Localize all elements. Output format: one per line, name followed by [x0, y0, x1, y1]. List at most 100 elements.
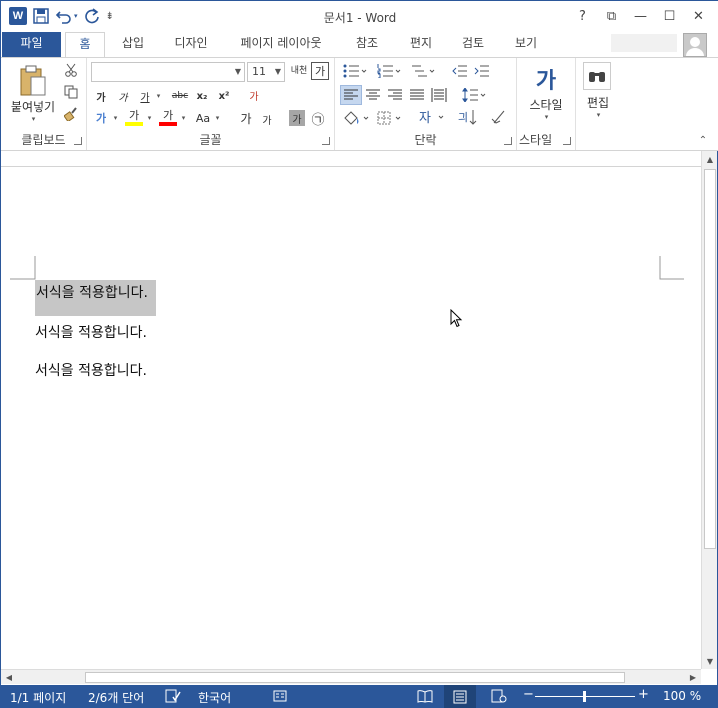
- language-indicator[interactable]: 한국어: [198, 689, 231, 706]
- numbering-icon[interactable]: [375, 62, 403, 80]
- superscript-button[interactable]: x²: [215, 88, 233, 104]
- tab-review[interactable]: 검토: [451, 32, 495, 57]
- editing-button[interactable]: 편집: [578, 94, 618, 110]
- text-effects-dropdown-icon[interactable]: ▾: [111, 110, 119, 126]
- scroll-down-icon[interactable]: ▼: [702, 653, 718, 669]
- web-layout-icon[interactable]: [491, 689, 507, 706]
- change-case-button[interactable]: Aa: [193, 110, 213, 126]
- cut-icon[interactable]: [63, 62, 79, 78]
- bold-button[interactable]: 가: [93, 88, 109, 104]
- line-spacing-icon[interactable]: [459, 85, 489, 105]
- font-size-combo[interactable]: 11 ▼: [247, 62, 285, 82]
- tab-home[interactable]: 홈: [65, 32, 105, 58]
- phonetic-guide-icon[interactable]: 내천: [289, 61, 309, 81]
- scroll-up-icon[interactable]: ▲: [702, 151, 718, 167]
- text-effects-button[interactable]: 가: [93, 110, 109, 126]
- strikethrough-button[interactable]: abc: [169, 88, 191, 104]
- clipboard-launcher-icon[interactable]: [74, 137, 82, 145]
- format-painter-icon[interactable]: [63, 106, 79, 122]
- font-name-combo[interactable]: ▼: [91, 62, 245, 82]
- help-button[interactable]: ?: [568, 5, 597, 27]
- highlight-button[interactable]: 가: [125, 108, 143, 126]
- paste-icon[interactable]: [15, 63, 51, 99]
- copy-icon[interactable]: [63, 84, 79, 100]
- font-color-dropdown-icon[interactable]: ▾: [179, 110, 187, 126]
- clear-formatting-icon[interactable]: 가: [245, 86, 263, 104]
- document-line[interactable]: 서식을 적용합니다.: [35, 322, 147, 342]
- paste-dropdown-icon[interactable]: ▾: [28, 114, 38, 124]
- char-shading-button[interactable]: 가: [289, 110, 305, 126]
- word-count[interactable]: 2/6개 단어: [88, 689, 144, 706]
- horizontal-scrollbar[interactable]: ◀ ▶: [1, 669, 701, 684]
- paste-label[interactable]: 붙여넣기: [5, 98, 61, 114]
- tab-page-layout[interactable]: 페이지 레이아웃: [229, 32, 333, 57]
- bullets-icon[interactable]: [341, 62, 369, 80]
- enclose-chars-button[interactable]: ㉠: [309, 109, 327, 128]
- underline-button[interactable]: 가: [137, 88, 153, 104]
- tab-view[interactable]: 보기: [504, 32, 548, 57]
- user-name-area[interactable]: [611, 34, 677, 52]
- ribbon-display-button[interactable]: ⧉: [597, 5, 626, 27]
- tab-design[interactable]: 디자인: [165, 32, 217, 57]
- paragraph-group-label: 단락: [414, 133, 437, 147]
- grow-font-button[interactable]: 가: [237, 110, 255, 126]
- shrink-font-button[interactable]: 가: [259, 112, 275, 127]
- increase-indent-icon[interactable]: [473, 62, 491, 80]
- tab-file[interactable]: 파일: [2, 32, 61, 57]
- macro-recording-icon[interactable]: [273, 689, 287, 706]
- paragraph-launcher-icon[interactable]: [504, 137, 512, 145]
- close-button[interactable]: ✕: [684, 5, 713, 27]
- borders-icon[interactable]: [375, 108, 405, 128]
- document-page[interactable]: 서식을 적용합니다. 서식을 적용합니다. 서식을 적용합니다.: [2, 168, 700, 668]
- change-case-dropdown-icon[interactable]: ▾: [213, 110, 221, 126]
- sort-icon[interactable]: 긔: [457, 106, 479, 128]
- font-launcher-icon[interactable]: [322, 137, 330, 145]
- styles-launcher-icon[interactable]: [563, 137, 571, 145]
- show-marks-icon[interactable]: [487, 106, 509, 128]
- vertical-scrollbar[interactable]: ▲ ▼: [701, 151, 717, 669]
- subscript-button[interactable]: x₂: [193, 88, 211, 104]
- shading-icon[interactable]: [341, 108, 371, 128]
- print-layout-icon[interactable]: [444, 685, 476, 708]
- justify-button[interactable]: [407, 85, 427, 105]
- zoom-slider-thumb[interactable]: [583, 691, 586, 702]
- tab-references[interactable]: 참조: [345, 32, 389, 57]
- editing-dropdown-icon[interactable]: ▾: [593, 110, 603, 120]
- asian-layout-icon[interactable]: 자: [417, 106, 447, 128]
- document-line-selected[interactable]: 서식을 적용합니다.: [35, 280, 156, 316]
- vertical-scroll-thumb[interactable]: [704, 169, 716, 549]
- maximize-button[interactable]: ☐: [655, 5, 684, 27]
- horizontal-scroll-thumb[interactable]: [85, 672, 625, 683]
- char-border-icon[interactable]: 가: [311, 62, 329, 80]
- avatar[interactable]: [683, 33, 707, 57]
- status-bar: 1/1 페이지 2/6개 단어 한국어 − + 100 %: [1, 685, 718, 708]
- scroll-right-icon[interactable]: ▶: [685, 670, 701, 685]
- styles-button[interactable]: 스타일: [521, 96, 571, 112]
- styles-icon[interactable]: 가: [529, 62, 563, 96]
- tab-mailings[interactable]: 편지: [399, 32, 443, 57]
- highlight-dropdown-icon[interactable]: ▾: [145, 110, 153, 126]
- binoculars-icon[interactable]: [583, 62, 611, 90]
- multilevel-list-icon[interactable]: [409, 62, 437, 80]
- font-group: ▼ 11 ▼ 내천 가 가 가 가 ▾ abc x₂ x² 가 가 ▾ 가 ▾ …: [87, 58, 335, 150]
- scroll-left-icon[interactable]: ◀: [1, 670, 17, 685]
- styles-dropdown-icon[interactable]: ▾: [541, 112, 551, 122]
- minimize-button[interactable]: —: [626, 5, 655, 27]
- align-left-button[interactable]: [340, 85, 362, 105]
- underline-dropdown-icon[interactable]: ▾: [153, 88, 163, 104]
- align-right-button[interactable]: [385, 85, 405, 105]
- distributed-button[interactable]: [429, 85, 449, 105]
- document-line[interactable]: 서식을 적용합니다.: [35, 360, 147, 380]
- zoom-in-button[interactable]: +: [638, 687, 649, 702]
- read-mode-icon[interactable]: [417, 689, 433, 706]
- proofing-icon[interactable]: [165, 689, 181, 706]
- tab-insert[interactable]: 삽입: [111, 32, 155, 57]
- zoom-out-button[interactable]: −: [523, 687, 534, 702]
- align-center-button[interactable]: [363, 85, 383, 105]
- page-count[interactable]: 1/1 페이지: [10, 689, 66, 706]
- decrease-indent-icon[interactable]: [451, 62, 469, 80]
- font-color-button[interactable]: 가: [159, 108, 177, 126]
- collapse-ribbon-icon[interactable]: ⌃: [697, 134, 709, 146]
- zoom-level[interactable]: 100 %: [663, 689, 701, 703]
- italic-button[interactable]: 가: [115, 88, 131, 104]
